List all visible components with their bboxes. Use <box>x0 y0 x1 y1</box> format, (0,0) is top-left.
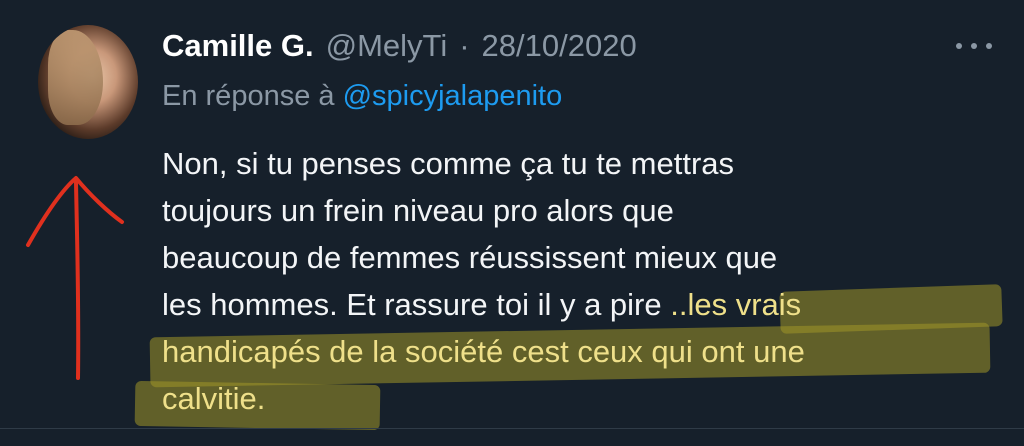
divider <box>0 428 1024 429</box>
annotation-arrow-icon <box>26 176 124 380</box>
tweet[interactable]: Camille G. @MelyTi · 28/10/2020 En répon… <box>0 0 1024 446</box>
